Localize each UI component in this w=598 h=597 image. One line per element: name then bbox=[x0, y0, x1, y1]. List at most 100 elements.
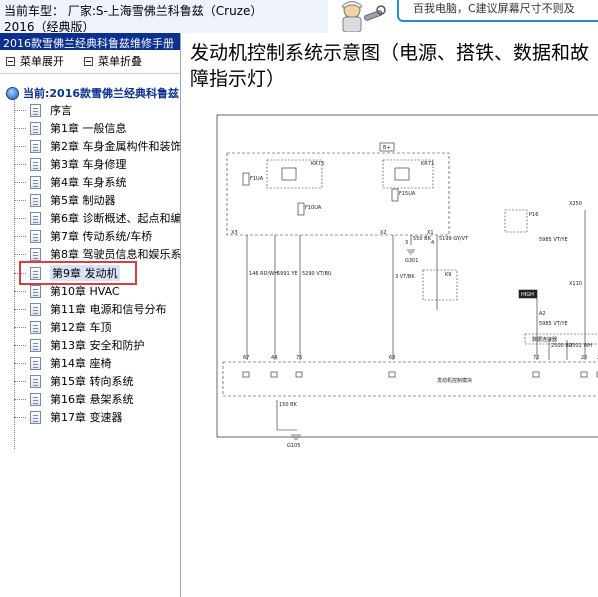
tree-item-ch16[interactable]: 第16章 悬架系统 bbox=[14, 390, 134, 408]
document-icon bbox=[30, 103, 41, 117]
label-x2: X2 bbox=[380, 230, 387, 236]
label-f10ua: F10UA bbox=[305, 205, 322, 211]
info-banner: 百我电脑，C建议屏幕尺寸不则及 bbox=[397, 0, 598, 22]
tree-root[interactable]: 当前:2016款雪佛兰经典科鲁兹 bbox=[6, 85, 179, 101]
label-kr73: KR73 bbox=[311, 161, 324, 167]
banner-text: 百我电脑，C建议屏幕尺寸不则及 bbox=[413, 2, 575, 15]
vehicle-info: 当前车型： 厂家:S-上海雪佛兰科鲁兹（Cruze） 2016（经典版） bbox=[0, 0, 328, 33]
navigation-panel: 2016款雪佛兰经典科鲁兹维修手册 菜单展开 菜单折叠 当前:2016款雪佛兰经… bbox=[0, 33, 181, 597]
page-title: 发动机控制系统示意图（电源、搭铁、数据和故障指示灯） bbox=[190, 42, 590, 90]
tree-item-ch5[interactable]: 第5章 制动器 bbox=[14, 191, 116, 209]
tree-item-ch1[interactable]: 第1章 一般信息 bbox=[14, 119, 127, 137]
label-x110: X110 bbox=[569, 281, 582, 287]
tree-item-ch6[interactable]: 第6章 诊断概述、起点和编 bbox=[14, 209, 180, 227]
tree-item-ch3[interactable]: 第3章 车身修理 bbox=[14, 155, 127, 173]
fuse-f15ua bbox=[391, 188, 399, 202]
tree-item-ch14[interactable]: 第14章 座椅 bbox=[14, 354, 112, 372]
manual-title: 2016款雪佛兰经典科鲁兹维修手册 bbox=[0, 33, 180, 50]
indicator-p16 bbox=[504, 209, 528, 233]
document-icon bbox=[30, 121, 41, 135]
tree-toolbar: 菜单展开 菜单折叠 bbox=[0, 52, 180, 70]
label-w3: 3 VT/BK bbox=[395, 274, 415, 280]
toolbar-divider bbox=[0, 73, 180, 74]
fuse-block bbox=[226, 152, 450, 236]
collapse-menu-button[interactable]: 菜单折叠 bbox=[84, 53, 142, 69]
module-k9 bbox=[422, 269, 458, 301]
wiring-diagram: B+ KR73 KR71 F1UA F10UA F15UA X3 X2 X1 X… bbox=[216, 114, 598, 449]
label-w5991: 5991 YE bbox=[277, 271, 298, 277]
tree-item-ch17[interactable]: 第17章 变速器 bbox=[14, 408, 123, 426]
label-w5985: 5985 VT/YE bbox=[539, 237, 568, 243]
document-icon bbox=[30, 139, 41, 153]
expand-menu-label: 菜单展开 bbox=[20, 55, 64, 68]
document-icon bbox=[30, 302, 41, 316]
label-bplus: B+ bbox=[383, 145, 391, 151]
label-w146: 146 RD/WH bbox=[249, 271, 278, 277]
tree-root-label: 当前:2016款雪佛兰经典科鲁兹 bbox=[23, 87, 180, 100]
vehicle-label: 当前车型： 厂家:S-上海雪佛兰科鲁兹（Cruze） bbox=[4, 4, 263, 18]
document-icon bbox=[30, 392, 41, 406]
label-p16: P16 bbox=[529, 212, 538, 218]
fuse-f10ua bbox=[297, 202, 305, 216]
label-high: HIGH bbox=[521, 292, 534, 298]
label-ecm: 发动机控制模块 bbox=[437, 377, 472, 384]
document-icon bbox=[30, 338, 41, 352]
pin-67: 67 bbox=[243, 355, 249, 361]
pin-3: 3 bbox=[405, 240, 408, 246]
label-w5199: 5199 GY/VT bbox=[439, 236, 469, 242]
expand-menu-button[interactable]: 菜单展开 bbox=[6, 53, 64, 69]
document-icon bbox=[30, 247, 41, 261]
selection-highlight-box bbox=[19, 261, 137, 285]
document-icon bbox=[30, 193, 41, 207]
collapse-menu-label: 菜单折叠 bbox=[98, 55, 142, 68]
label-w5985b: 5985 VT/YE bbox=[539, 321, 568, 327]
document-icon bbox=[30, 374, 41, 388]
label-f1ua: F1UA bbox=[250, 176, 264, 182]
ground-g301 bbox=[407, 249, 415, 255]
label-kr71: KR71 bbox=[421, 161, 434, 167]
pin-4: 4 bbox=[431, 240, 434, 246]
pin-68: 68 bbox=[389, 355, 395, 361]
engine-control-module bbox=[222, 361, 598, 397]
ground-g105 bbox=[291, 434, 301, 440]
label-w550: 550 BK bbox=[413, 236, 432, 242]
pin-75: 75 bbox=[296, 355, 302, 361]
fuse-f1ua bbox=[242, 172, 250, 186]
label-x250: X250 bbox=[569, 201, 582, 207]
label-g105: G105 bbox=[287, 443, 300, 449]
top-header: 当前车型： 厂家:S-上海雪佛兰科鲁兹（Cruze） 2016（经典版） 百我电… bbox=[0, 0, 598, 33]
label-w5290: 5290 VT/BU bbox=[302, 271, 332, 277]
document-icon bbox=[30, 175, 41, 189]
tree-item-ch12[interactable]: 第12章 车顶 bbox=[14, 318, 112, 336]
book-globe-icon bbox=[6, 86, 19, 100]
tree-item-preface[interactable]: 序言 bbox=[14, 101, 72, 119]
tree-item-ch2[interactable]: 第2章 车身金属构件和装饰 bbox=[14, 137, 180, 155]
pin-20: 20 bbox=[581, 355, 587, 361]
label-a2: A2 bbox=[539, 311, 546, 317]
label-f15ua: F15UA bbox=[399, 191, 416, 197]
label-g301: G301 bbox=[405, 258, 418, 264]
tree-item-ch11[interactable]: 第11章 电源和信号分布 bbox=[14, 300, 167, 318]
document-icon bbox=[30, 320, 41, 334]
label-dlc: 数据连接器 bbox=[532, 336, 557, 343]
tree-item-ch4[interactable]: 第4章 车身系统 bbox=[14, 173, 127, 191]
tree-item-ch7[interactable]: 第7章 传动系统/车桥 bbox=[14, 227, 152, 245]
tree-item-ch15[interactable]: 第15章 转向系统 bbox=[14, 372, 134, 390]
document-icon bbox=[30, 211, 41, 225]
document-icon bbox=[30, 284, 41, 298]
label-w150: 150 BK bbox=[279, 402, 298, 408]
label-k9: K9 bbox=[445, 272, 451, 278]
document-icon bbox=[30, 157, 41, 171]
collapse-icon bbox=[84, 56, 93, 66]
label-x3: X3 bbox=[231, 230, 238, 236]
document-icon bbox=[30, 356, 41, 370]
document-icon bbox=[30, 410, 41, 424]
pin-44: 44 bbox=[271, 355, 277, 361]
content-pane: 发动机控制系统示意图（电源、搭铁、数据和故障指示灯） B+ KR73 KR71 … bbox=[182, 33, 598, 597]
pin-72: 72 bbox=[533, 355, 539, 361]
vehicle-year: 2016（经典版） bbox=[4, 20, 95, 32]
expand-icon bbox=[6, 56, 15, 66]
document-icon bbox=[30, 229, 41, 243]
tree-item-ch13[interactable]: 第13章 安全和防护 bbox=[14, 336, 145, 354]
mechanic-mascot-icon bbox=[341, 1, 386, 32]
